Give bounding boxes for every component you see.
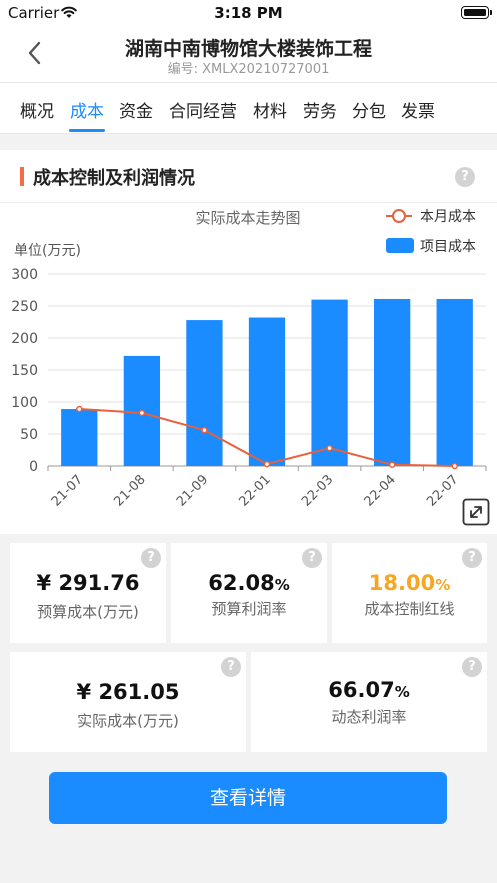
stat-label: 预算利润率 (211, 600, 287, 618)
line-point (451, 462, 458, 470)
chart-legend: 本月成本项目成本 (386, 209, 476, 255)
x-tick-label: 21-08 (111, 472, 148, 509)
bar (436, 298, 473, 466)
stat-actual-cost: ? ¥ 261.05 实际成本(万元) (10, 652, 246, 752)
clock: 3:18 PM (214, 4, 283, 22)
y-tick-label: 300 (11, 267, 38, 283)
x-tick-label: 22-07 (424, 472, 461, 509)
help-icon[interactable]: ? (141, 548, 161, 568)
help-icon[interactable]: ? (455, 167, 475, 187)
stat-label: 实际成本(万元) (77, 712, 179, 730)
stat-label: 动态利润率 (331, 708, 407, 726)
page-title: 湖南中南博物馆大楼装饰工程 (124, 38, 372, 60)
help-icon[interactable]: ? (221, 657, 241, 677)
stat-value: 62.08% (208, 571, 290, 595)
battery-icon (461, 6, 492, 19)
bar (61, 409, 98, 466)
section-title: 成本控制及利润情况 (33, 168, 195, 189)
line-point (138, 409, 146, 417)
y-tick-label: 200 (11, 331, 38, 347)
legend-label: 项目成本 (420, 239, 476, 255)
stat-label: 成本控制红线 (364, 600, 455, 618)
tab-overview[interactable]: 概况 (20, 97, 54, 122)
line-point (76, 405, 83, 413)
legend-label: 本月成本 (420, 209, 476, 225)
tab-contract[interactable]: 合同经营 (169, 97, 237, 122)
nav-bar: 湖南中南博物馆大楼装饰工程 编号: XMLX20210727001 (0, 26, 497, 83)
x-tick-label: 22-04 (362, 472, 399, 509)
stat-dynamic-profit-rate: ? 66.07% 动态利润率 (251, 652, 487, 752)
tab-funds[interactable]: 资金 (119, 97, 153, 122)
cost-trend-chart: 实际成本走势图单位(万元) 0 50 100 150 200 250 300 21-07 21-0… (11, 209, 487, 510)
tab-bar: 概况 成本 资金 合同经营 材料 劳务 分包 发票 (0, 83, 497, 134)
help-icon[interactable]: ? (462, 657, 482, 677)
stat-cost-redline: ? 18.00% 成本控制红线 (332, 543, 487, 643)
tab-material[interactable]: 材料 (253, 97, 287, 122)
project-code: 编号: XMLX20210727001 (167, 62, 330, 77)
bar (311, 299, 348, 466)
expand-icon[interactable] (462, 498, 490, 526)
line-point (326, 444, 333, 452)
bar (186, 320, 223, 466)
x-tick-label: 22-03 (299, 472, 336, 509)
legend-line-marker (392, 209, 406, 223)
section-accent-bar (20, 167, 24, 186)
stat-value: ¥ 291.76 (36, 571, 140, 595)
bar (248, 317, 286, 466)
tab-cost[interactable]: 成本 (70, 97, 104, 122)
stat-value: 18.00% (368, 571, 451, 595)
legend-bar-swatch (386, 238, 414, 253)
line-point (388, 461, 396, 468)
help-icon[interactable]: ? (302, 548, 322, 568)
chart-title: 实际成本走势图 (195, 209, 300, 227)
chart-bars (61, 298, 473, 466)
x-tick-label: 21-07 (49, 472, 86, 509)
bar (373, 298, 411, 466)
y-tick-label: 250 (11, 299, 38, 315)
section-header: 成本控制及利润情况 ? (0, 150, 497, 203)
tab-subcontract[interactable]: 分包 (352, 97, 386, 122)
stat-value: ¥ 261.05 (76, 680, 180, 704)
help-icon[interactable]: ? (462, 548, 482, 568)
y-tick-label: 0 (29, 459, 38, 475)
line-point (263, 460, 271, 468)
stat-budget-cost: ? ¥ 291.76 预算成本(万元) (10, 543, 166, 643)
status-bar: Carrier 3:18 PM (0, 0, 497, 26)
y-axis-label: 单位(万元) (14, 243, 81, 259)
stat-value: 66.07% (328, 678, 410, 702)
y-tick-label: 50 (20, 427, 38, 443)
x-tick-label: 22-01 (237, 472, 274, 509)
tab-invoice[interactable]: 发票 (401, 97, 435, 122)
line-point (201, 426, 208, 434)
active-tab-indicator (69, 129, 105, 132)
view-details-button[interactable]: 查看详情 (49, 772, 447, 824)
tab-labor[interactable]: 劳务 (303, 97, 337, 122)
cost-chart-card: 成本控制及利润情况 ? 实际成本走势图单位(万元) 0 50 100 150 200 250… (0, 150, 497, 534)
y-tick-label: 100 (11, 395, 38, 411)
stat-label: 预算成本(万元) (37, 603, 139, 621)
x-tick-label: 21-09 (174, 472, 211, 509)
stat-budget-profit-rate: ? 62.08% 预算利润率 (171, 543, 327, 643)
y-tick-label: 150 (11, 363, 38, 379)
